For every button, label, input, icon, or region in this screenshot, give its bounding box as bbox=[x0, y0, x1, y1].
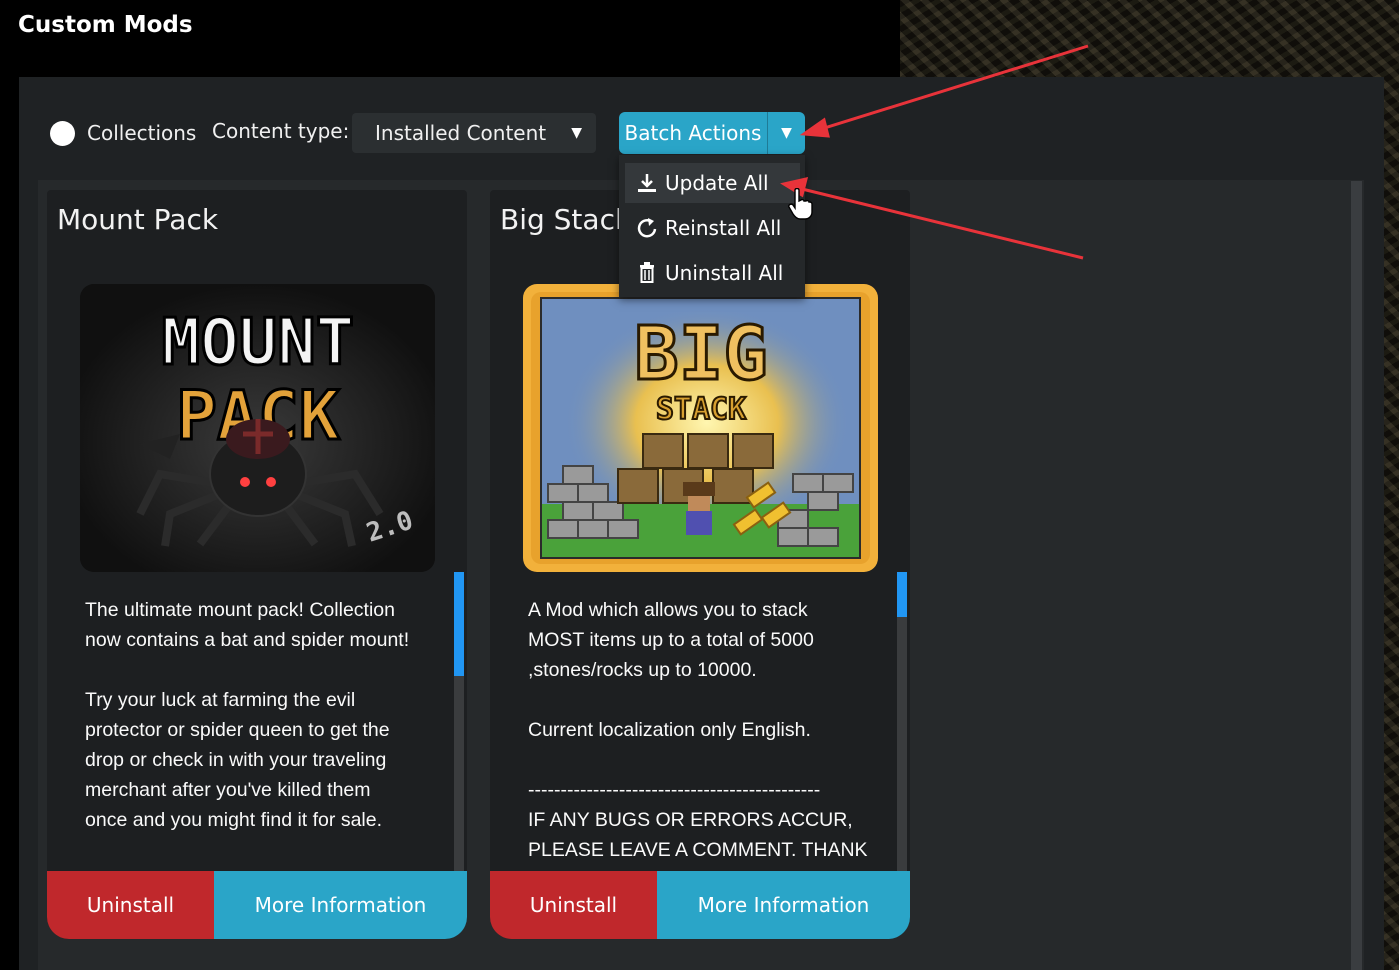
window-title: Custom Mods bbox=[18, 12, 193, 38]
menu-item-label: Uninstall All bbox=[665, 261, 784, 285]
chevron-down-icon: ▼ bbox=[781, 125, 792, 141]
more-information-button[interactable]: More Information bbox=[657, 871, 910, 939]
more-information-button[interactable]: More Information bbox=[214, 871, 467, 939]
hand-cursor-icon bbox=[788, 188, 813, 220]
logo-text-line1: BIG bbox=[634, 311, 768, 397]
menu-item-label: Reinstall All bbox=[665, 216, 782, 240]
content-type-value: Installed Content bbox=[375, 121, 547, 145]
logo-text-line2: STACK bbox=[656, 392, 746, 427]
mod-description: The ultimate mount pack! Collection now … bbox=[85, 599, 410, 831]
collections-toggle[interactable] bbox=[50, 121, 75, 146]
batch-actions-label: Batch Actions bbox=[624, 121, 762, 145]
mod-thumbnail: MOUNT PACK 2.0 bbox=[80, 284, 435, 572]
uninstall-button[interactable]: Uninstall bbox=[47, 871, 214, 939]
description-scrollbar[interactable] bbox=[897, 572, 907, 871]
scrollbar-thumb[interactable] bbox=[454, 572, 464, 676]
uninstall-button[interactable]: Uninstall bbox=[490, 871, 657, 939]
mod-card: Mount Pack MOUNT PACK 2.0 The ultimate m… bbox=[47, 190, 467, 939]
mod-description: A Mod which allows you to stack MOST ite… bbox=[528, 599, 868, 861]
batch-actions-menu: Update All Reinstall All Uninstall All bbox=[619, 155, 805, 297]
content-type-label: Content type: bbox=[212, 119, 350, 143]
refresh-icon bbox=[637, 208, 657, 248]
mod-card: Big Stack BIG STACK A Mod which allows y… bbox=[490, 190, 910, 939]
main-scrollbar[interactable] bbox=[1351, 181, 1362, 970]
chevron-down-icon: ▼ bbox=[571, 125, 582, 141]
trash-icon bbox=[637, 253, 657, 293]
batch-actions-dropdown-toggle[interactable]: ▼ bbox=[768, 112, 805, 154]
download-icon bbox=[637, 163, 657, 203]
mod-thumbnail: BIG STACK bbox=[523, 284, 878, 572]
collections-label: Collections bbox=[87, 121, 197, 145]
menu-item-label: Update All bbox=[665, 171, 769, 195]
menu-item-update-all[interactable]: Update All bbox=[625, 163, 800, 203]
mod-title: Mount Pack bbox=[57, 203, 219, 236]
batch-actions-button[interactable]: Batch Actions ▼ bbox=[619, 112, 805, 154]
scrollbar-thumb[interactable] bbox=[897, 572, 907, 617]
logo-text-line1: MOUNT bbox=[162, 306, 355, 380]
menu-item-uninstall-all[interactable]: Uninstall All bbox=[625, 253, 800, 293]
description-scrollbar[interactable] bbox=[454, 572, 464, 871]
content-type-select[interactable]: Installed Content ▼ bbox=[352, 113, 596, 153]
mod-title: Big Stack bbox=[500, 203, 632, 236]
menu-item-reinstall-all[interactable]: Reinstall All bbox=[625, 208, 800, 248]
